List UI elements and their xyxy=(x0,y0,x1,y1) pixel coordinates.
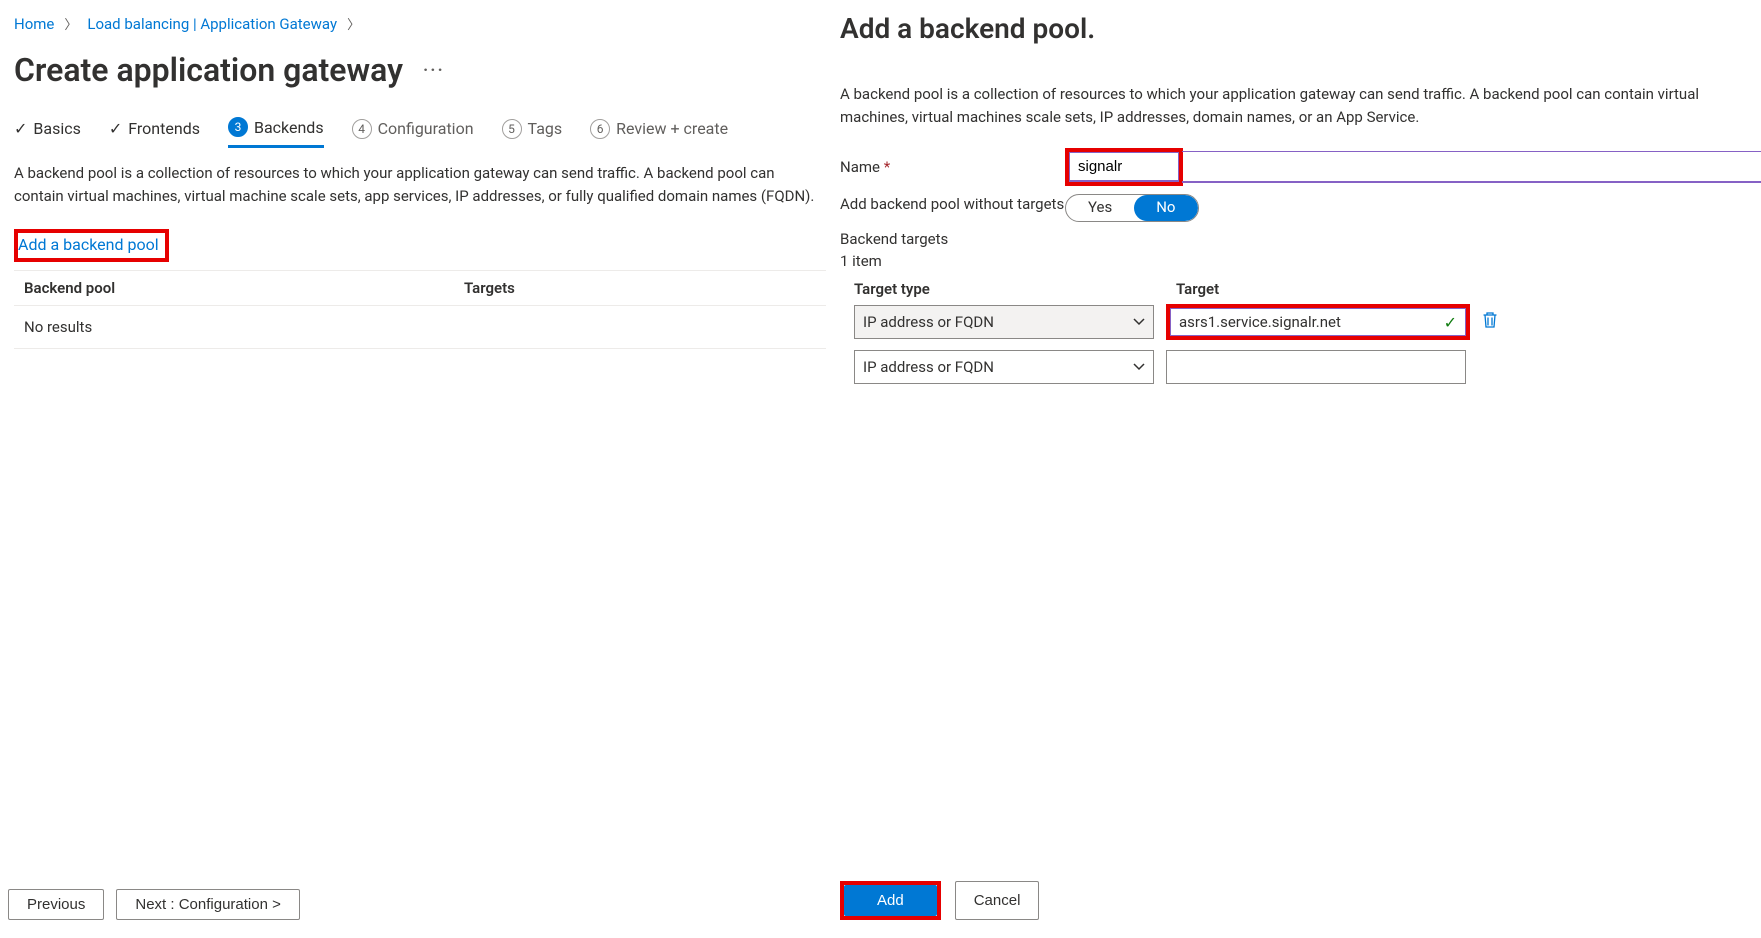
tab-basics[interactable]: ✓ Basics xyxy=(14,117,81,148)
name-label-text: Name xyxy=(840,158,880,176)
check-icon: ✓ xyxy=(1444,313,1457,332)
tab-backends[interactable]: 3 Backends xyxy=(228,117,324,148)
highlight-box: Add xyxy=(840,881,941,920)
tab-frontends[interactable]: ✓ Frontends xyxy=(109,117,200,148)
backend-targets-heading: Backend targets xyxy=(840,230,1761,248)
tab-tags[interactable]: 5 Tags xyxy=(502,117,563,148)
col-backend-pool: Backend pool xyxy=(14,279,464,297)
panel-footer: Add Cancel xyxy=(840,881,1039,920)
targets-table: Target type Target IP address or FQDN as… xyxy=(854,280,1514,384)
more-icon[interactable]: ··· xyxy=(423,60,445,81)
page-title: Create application gateway ··· xyxy=(14,51,826,89)
required-asterisk: * xyxy=(884,158,890,176)
chevron-right-icon: 〉 xyxy=(347,14,360,33)
wizard-tabs: ✓ Basics ✓ Frontends 3 Backends 4 Config… xyxy=(14,117,826,148)
breadcrumb-loadbalancing[interactable]: Load balancing | Application Gateway xyxy=(87,15,337,33)
col-targets: Targets xyxy=(464,279,515,297)
chevron-down-icon xyxy=(1133,316,1145,328)
side-panel: Add a backend pool. A backend pool is a … xyxy=(840,0,1761,938)
main-content: Home 〉 Load balancing | Application Gate… xyxy=(0,0,840,938)
toggle-yes[interactable]: Yes xyxy=(1066,195,1134,221)
pool-grid-empty: No results xyxy=(14,306,826,349)
page-title-text: Create application gateway xyxy=(14,51,403,89)
chevron-down-icon xyxy=(1133,361,1145,373)
next-button[interactable]: Next : Configuration > xyxy=(116,889,300,920)
tab-review[interactable]: 6 Review + create xyxy=(590,117,728,148)
cancel-button[interactable]: Cancel xyxy=(955,881,1040,920)
highlight-box: Add a backend pool xyxy=(14,229,169,262)
step-number-icon: 3 xyxy=(228,117,248,137)
step-number-icon: 6 xyxy=(590,119,610,139)
panel-description: A backend pool is a collection of resour… xyxy=(840,83,1720,128)
tab-configuration[interactable]: 4 Configuration xyxy=(352,117,474,148)
tab-tags-label: Tags xyxy=(528,119,563,138)
tab-backends-label: Backends xyxy=(254,118,324,137)
pool-grid-header: Backend pool Targets xyxy=(14,270,826,306)
delete-icon[interactable] xyxy=(1482,311,1498,334)
target-type-select[interactable]: IP address or FQDN xyxy=(854,350,1154,384)
step-number-icon: 4 xyxy=(352,119,372,139)
highlight-box xyxy=(1065,148,1183,186)
name-input[interactable] xyxy=(1069,152,1179,182)
target-row: IP address or FQDN xyxy=(854,350,1514,384)
breadcrumb-home[interactable]: Home xyxy=(14,15,54,33)
tab-description: A backend pool is a collection of resour… xyxy=(14,162,826,207)
target-type-select[interactable]: IP address or FQDN xyxy=(854,305,1154,339)
tab-review-label: Review + create xyxy=(616,119,728,138)
wizard-footer: Previous Next : Configuration > xyxy=(8,889,300,920)
highlight-box: asrs1.service.signalr.net ✓ xyxy=(1166,304,1470,340)
name-row: Name * xyxy=(840,148,1761,186)
item-count: 1 item xyxy=(840,252,1761,270)
chevron-right-icon: 〉 xyxy=(64,14,77,33)
target-value: asrs1.service.signalr.net xyxy=(1179,313,1341,331)
toggle-no[interactable]: No xyxy=(1134,195,1197,221)
col-target: Target xyxy=(1176,280,1219,298)
tab-frontends-label: Frontends xyxy=(128,119,200,138)
targets-header: Target type Target xyxy=(854,280,1514,298)
add-backend-pool-link[interactable]: Add a backend pool xyxy=(18,235,159,254)
target-row: IP address or FQDN asrs1.service.signalr… xyxy=(854,304,1514,340)
without-targets-label: Add backend pool without targets xyxy=(840,194,1065,215)
add-button[interactable]: Add xyxy=(844,885,937,916)
check-icon: ✓ xyxy=(109,119,122,138)
col-target-type: Target type xyxy=(854,280,1176,298)
panel-title: Add a backend pool. xyxy=(840,12,1761,45)
breadcrumb: Home 〉 Load balancing | Application Gate… xyxy=(14,14,826,33)
tab-configuration-label: Configuration xyxy=(378,119,474,138)
step-number-icon: 5 xyxy=(502,119,522,139)
without-targets-toggle[interactable]: Yes No xyxy=(1065,194,1199,222)
without-targets-row: Add backend pool without targets Yes No xyxy=(840,194,1761,222)
name-input-extension[interactable] xyxy=(1182,151,1761,183)
tab-basics-label: Basics xyxy=(33,119,80,138)
previous-button[interactable]: Previous xyxy=(8,889,104,920)
name-label: Name * xyxy=(840,158,1065,176)
target-type-value: IP address or FQDN xyxy=(863,358,994,376)
target-input[interactable] xyxy=(1166,350,1466,384)
target-type-value: IP address or FQDN xyxy=(863,313,994,331)
check-icon: ✓ xyxy=(14,119,27,138)
target-input[interactable]: asrs1.service.signalr.net ✓ xyxy=(1170,308,1466,336)
